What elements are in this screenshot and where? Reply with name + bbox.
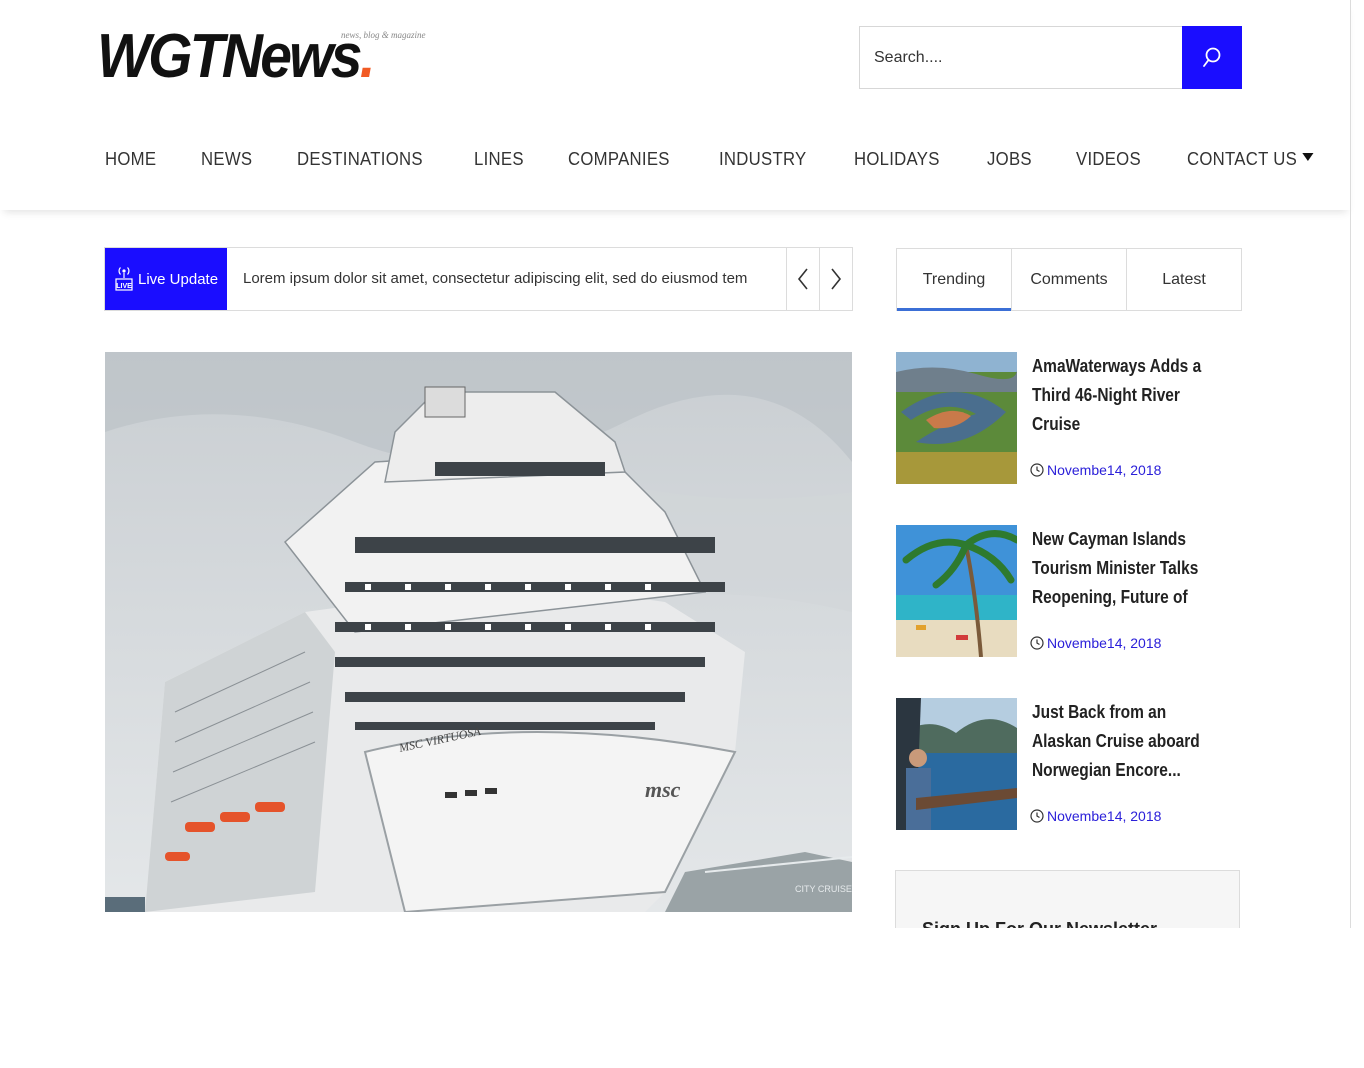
list-item: Just Back from an Alaskan Cruise aboard … (896, 698, 1226, 830)
tab-label: Latest (1162, 270, 1206, 288)
search-icon (1203, 47, 1221, 67)
search-box (859, 26, 1242, 89)
clock-icon (1030, 463, 1044, 477)
article-title[interactable]: Just Back from an Alaskan Cruise aboard … (1032, 698, 1217, 785)
nav-label: INDUSTRY (718, 148, 807, 169)
alaska-cruise-deck-photo (896, 698, 1017, 830)
article-thumbnail[interactable] (896, 352, 1017, 484)
nav-label: HOME (105, 148, 157, 169)
cruise-ship-photo: MSC VIRTUOSA msc CITY CRUISES (105, 352, 852, 912)
svg-text:CITY CRUISES: CITY CRUISES (795, 884, 852, 894)
nav-item-industry[interactable]: INDUSTRY (719, 149, 807, 170)
article-title[interactable]: AmaWaterways Adds a Third 46-Night River… (1032, 352, 1217, 439)
hero-image[interactable]: MSC VIRTUOSA msc CITY CRUISES (105, 352, 852, 912)
nav-item-videos[interactable]: VIDEOS (1076, 149, 1141, 170)
nav-item-companies[interactable]: COMPANIES (568, 149, 670, 170)
tab-label: Comments (1030, 270, 1108, 288)
ticker-headline[interactable]: Lorem ipsum dolor sit amet, consectetur … (243, 248, 747, 310)
logo-text: WGTNews (97, 22, 363, 91)
svg-text:LIVE: LIVE (116, 283, 132, 290)
nav-item-home[interactable]: HOME (105, 149, 156, 170)
tropical-beach-photo (896, 525, 1017, 657)
logo-wordmark: WGTNews. (97, 22, 376, 91)
article-date-text: Novembe14, 2018 (1047, 462, 1162, 478)
article-thumbnail[interactable] (896, 698, 1017, 830)
article-date-text: Novembe14, 2018 (1047, 808, 1162, 824)
tab-trending[interactable]: Trending (897, 249, 1012, 311)
search-button[interactable] (1182, 26, 1242, 89)
chevron-right-icon (831, 268, 842, 290)
nav-item-contact-us[interactable]: CONTACT US (1187, 149, 1314, 170)
nav-item-lines[interactable]: LINES (474, 149, 524, 170)
article-date: Novembe14, 2018 (1030, 808, 1161, 824)
nav-label: LINES (473, 148, 524, 169)
clock-icon (1030, 809, 1044, 823)
nav-label: DESTINATIONS (297, 148, 424, 169)
search-input[interactable] (860, 27, 1182, 88)
nav-item-holidays[interactable]: HOLIDAYS (854, 149, 940, 170)
blank-area (0, 928, 1364, 1068)
article-date: Novembe14, 2018 (1030, 635, 1161, 651)
page-edge (1350, 0, 1351, 928)
nav-label: COMPANIES (568, 148, 670, 169)
article-date-text: Novembe14, 2018 (1047, 635, 1162, 651)
article-title[interactable]: New Cayman Islands Tourism Minister Talk… (1032, 525, 1217, 612)
site-header: WGTNews. news, blog & magazine HOME NEWS… (0, 0, 1351, 210)
chevron-left-icon (797, 268, 808, 290)
main-nav: HOME NEWS DESTINATIONS LINES COMPANIES I… (105, 144, 1364, 174)
nav-label: NEWS (201, 148, 253, 169)
list-item: AmaWaterways Adds a Third 46-Night River… (896, 352, 1226, 484)
logo-tagline: news, blog & magazine (341, 30, 426, 40)
tab-label: Trending (922, 270, 986, 288)
ticker-prev-button[interactable] (786, 248, 819, 310)
nav-label: VIDEOS (1076, 148, 1141, 169)
tab-comments[interactable]: Comments (1012, 249, 1127, 310)
nav-item-news[interactable]: NEWS (201, 149, 252, 170)
newsletter-title: Sign Up For Our Newsletter (922, 919, 1157, 928)
list-item: New Cayman Islands Tourism Minister Talk… (896, 525, 1226, 657)
live-broadcast-icon: LIVE (115, 267, 133, 291)
river-valley-photo (896, 352, 1017, 484)
newsletter-box: Sign Up For Our Newsletter (895, 870, 1240, 928)
news-ticker: LIVE Live Update Lorem ipsum dolor sit a… (104, 247, 853, 311)
nav-label: CONTACT US (1186, 148, 1297, 169)
live-update-label: Live Update (138, 270, 219, 288)
nav-label: JOBS (986, 148, 1032, 169)
article-date: Novembe14, 2018 (1030, 462, 1161, 478)
svg-text:msc: msc (645, 777, 681, 802)
sidebar-tabs: Trending Comments Latest (896, 248, 1242, 311)
nav-item-destinations[interactable]: DESTINATIONS (297, 149, 423, 170)
nav-item-jobs[interactable]: JOBS (987, 149, 1032, 170)
nav-label: HOLIDAYS (853, 148, 940, 169)
site-logo[interactable]: WGTNews. news, blog & magazine (97, 22, 426, 91)
article-thumbnail[interactable] (896, 525, 1017, 657)
live-update-badge: LIVE Live Update (105, 248, 227, 310)
clock-icon (1030, 636, 1044, 650)
caret-down-icon (1302, 153, 1314, 161)
tab-latest[interactable]: Latest (1127, 249, 1241, 310)
ticker-next-button[interactable] (819, 248, 852, 310)
